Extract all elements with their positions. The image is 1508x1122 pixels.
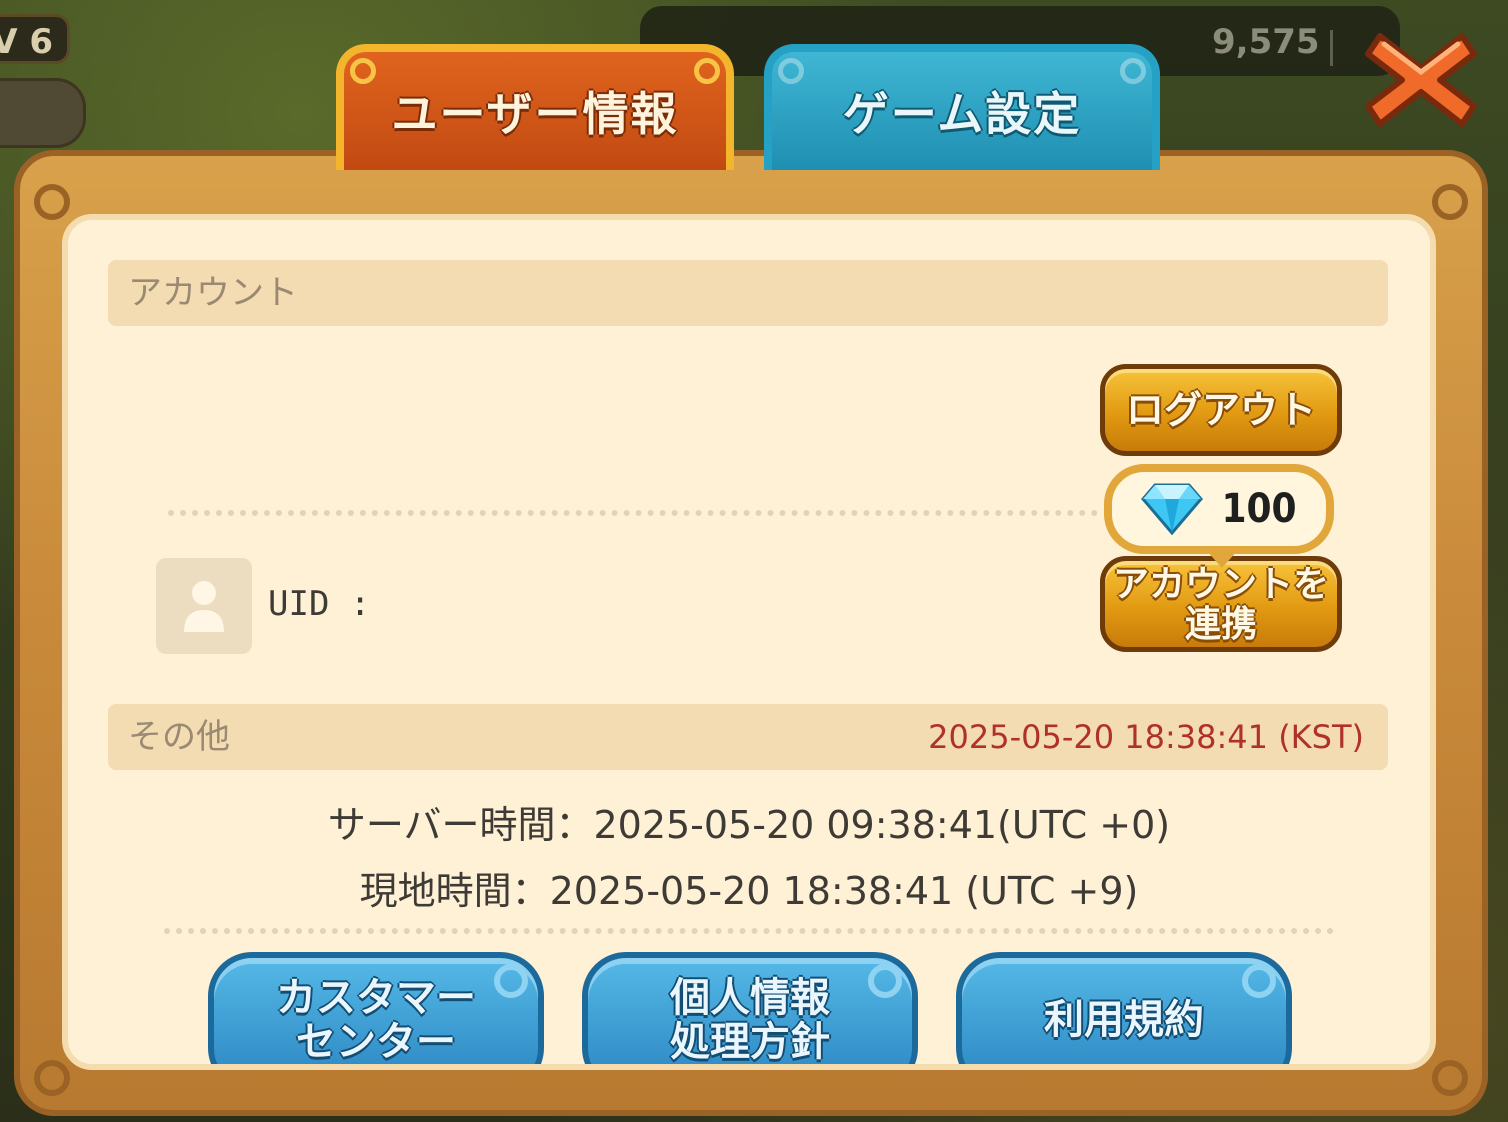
frame-ornament <box>34 184 70 220</box>
hud-pill <box>0 78 86 148</box>
player-level: V 6 <box>0 14 70 64</box>
dotted-divider <box>164 928 1334 934</box>
privacy-policy-label-line1: 個人情報 <box>670 975 830 1021</box>
other-section-header: その他 2025-05-20 18:38:41 (KST) <box>108 704 1388 770</box>
curl-ornament <box>494 964 528 998</box>
diamond-icon <box>1141 483 1204 535</box>
frame-ornament <box>34 1060 70 1096</box>
link-account-button[interactable]: アカウントを 連携 <box>1100 556 1342 652</box>
local-time: 現地時間：2025-05-20 18:38:41 (UTC +9) <box>359 869 1139 913</box>
privacy-policy-label-line2: 処理方針 <box>670 1019 830 1065</box>
customer-center-label-line2: センター <box>296 1019 456 1065</box>
user-icon <box>184 581 224 632</box>
customer-center-label-line1: カスタマー <box>276 975 476 1021</box>
tab-user-info-label: ユーザー情報 <box>391 87 679 141</box>
tab-game-settings[interactable]: ゲーム設定 <box>764 44 1160 170</box>
curl-ornament <box>694 58 720 84</box>
server-time: サーバー時間：2025-05-20 09:38:41(UTC +0) <box>327 803 1171 847</box>
curl-ornament <box>1120 58 1146 84</box>
curl-ornament <box>778 58 804 84</box>
curl-ornament <box>350 58 376 84</box>
reward-amount: 100 <box>1221 486 1297 532</box>
curl-ornament <box>1242 964 1276 998</box>
close-icon <box>1365 33 1477 127</box>
tab-game-settings-label: ゲーム設定 <box>842 87 1082 141</box>
tab-user-info[interactable]: ユーザー情報 <box>336 44 734 170</box>
close-button[interactable] <box>1362 24 1480 136</box>
link-account-label-line2: 連携 <box>1184 604 1257 645</box>
dotted-divider <box>168 510 1098 516</box>
link-account-label-line1: アカウントを <box>1112 564 1329 605</box>
logout-button[interactable]: ログアウト <box>1100 364 1342 456</box>
other-section-title: その他 <box>128 717 230 757</box>
customer-center-button[interactable]: カスタマー センター <box>208 952 544 1065</box>
frame-ornament <box>1432 184 1468 220</box>
coin-count: 9,575 <box>1212 22 1320 62</box>
kst-time: 2025-05-20 18:38:41 (KST) <box>928 718 1364 756</box>
frame-ornament <box>1432 1060 1468 1096</box>
privacy-policy-button[interactable]: 個人情報 処理方針 <box>582 952 918 1065</box>
avatar <box>156 558 252 654</box>
account-section-header: アカウント <box>108 260 1388 326</box>
hud-divider <box>1330 30 1333 66</box>
terms-of-service-label: 利用規約 <box>1044 997 1204 1043</box>
terms-of-service-button[interactable]: 利用規約 <box>956 952 1292 1064</box>
account-section-title: アカウント <box>128 273 298 313</box>
uid-label: UID : <box>268 584 371 624</box>
curl-ornament <box>868 964 902 998</box>
link-reward-bubble: 100 <box>1104 464 1334 568</box>
dialog-content: アカウント ログアウト 100 アカウントを 連携 UID : その他 2025… <box>62 214 1436 1070</box>
